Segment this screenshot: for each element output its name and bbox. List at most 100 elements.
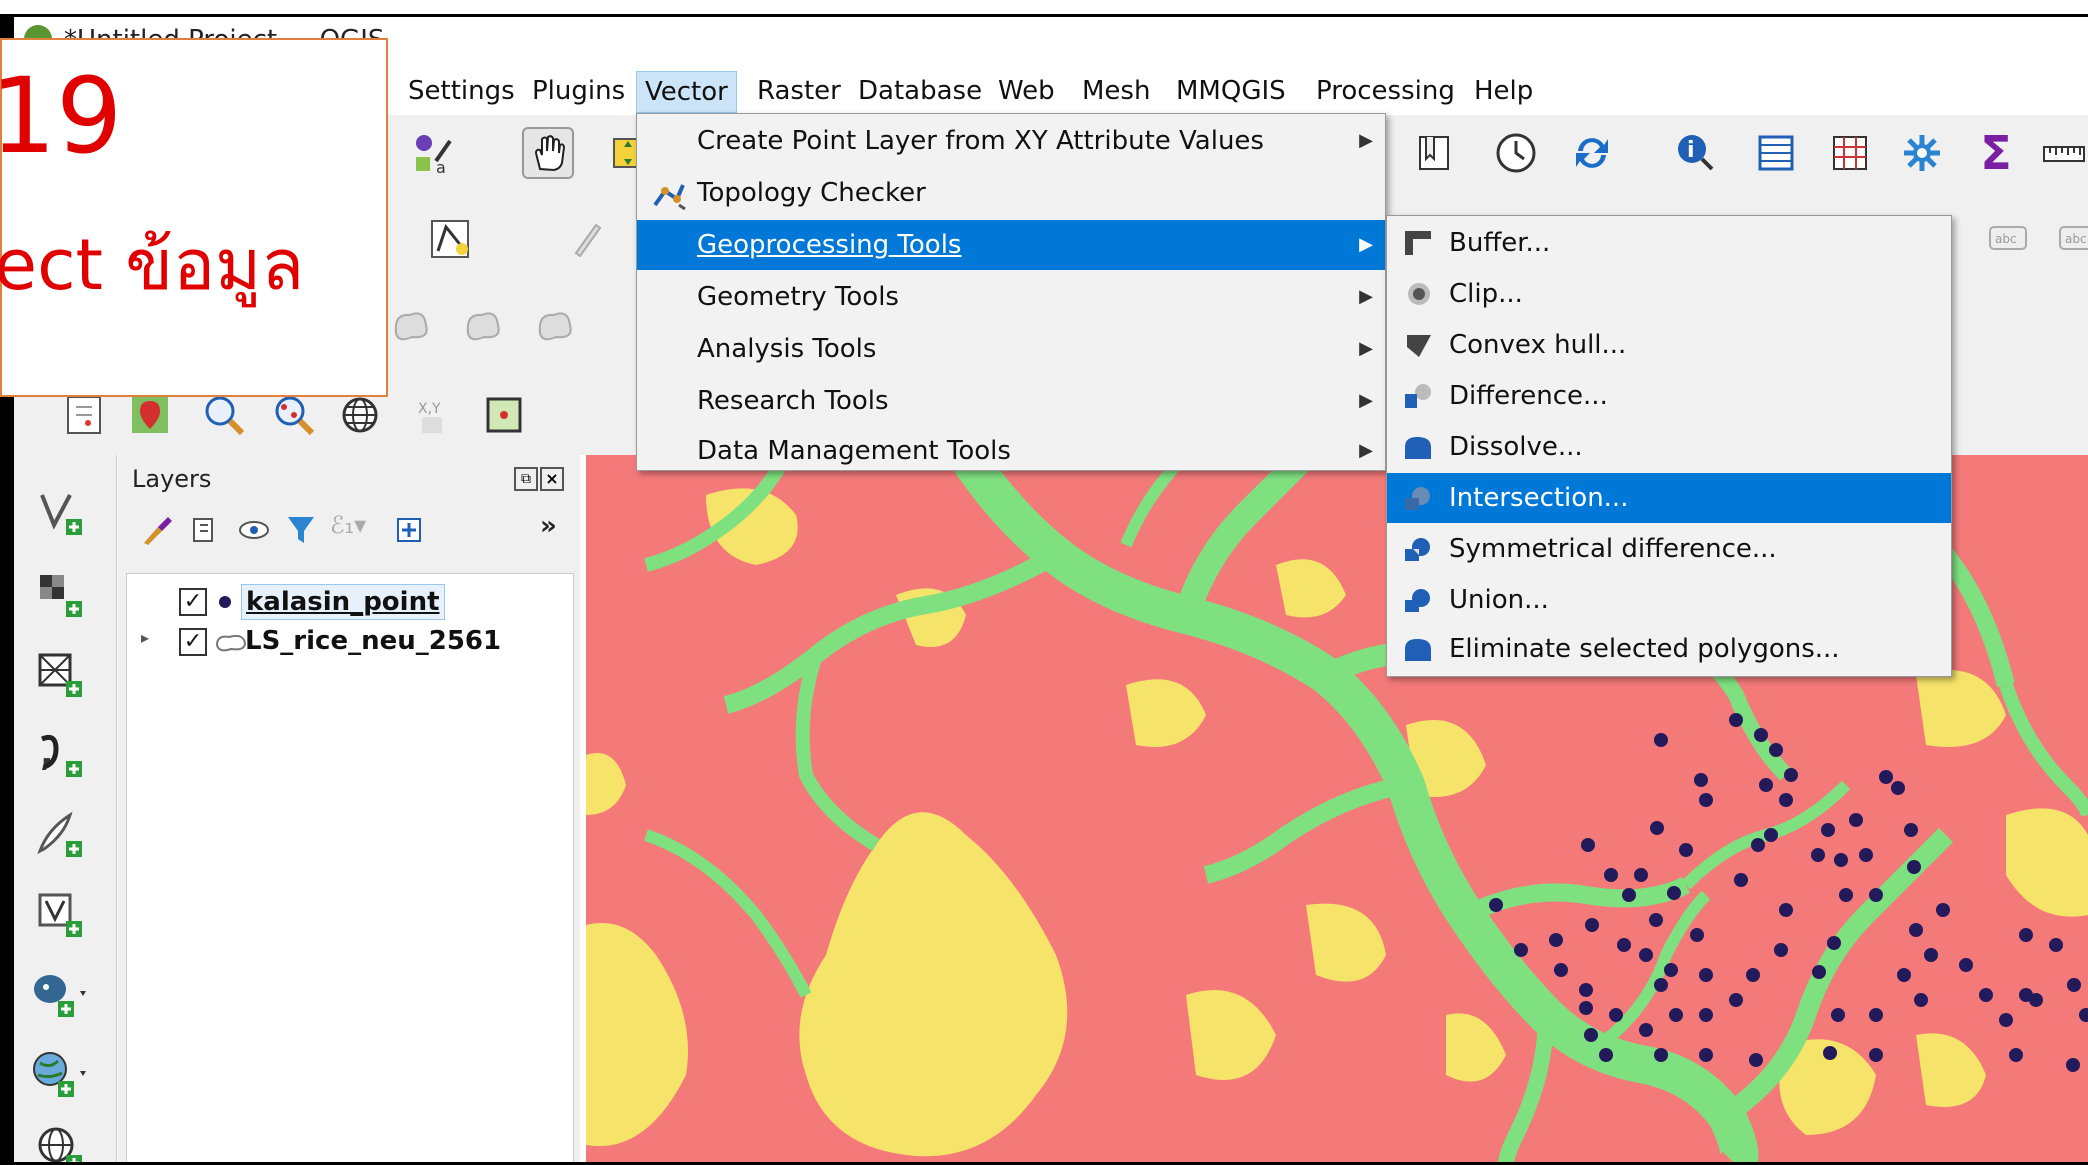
polygon-symbol-icon [215, 630, 247, 660]
refresh-icon[interactable] [1568, 129, 1616, 177]
menu-plugins[interactable]: Plugins [524, 71, 633, 111]
undock-icon[interactable]: ⧉ [514, 467, 538, 491]
menu-item-intersection[interactable]: Intersection... [1387, 473, 1951, 523]
processing-toolbox-icon[interactable] [1898, 129, 1946, 177]
field-calculator-icon[interactable] [1826, 129, 1874, 177]
menu-settings[interactable]: Settings [400, 71, 523, 111]
label-tool-2-icon[interactable]: abc [2054, 215, 2088, 263]
layer-name[interactable]: LS_rice_neu_2561 [245, 624, 501, 658]
vertex-tool-icon[interactable] [426, 215, 474, 263]
xy-coordinate-icon[interactable]: X,Y [410, 391, 458, 439]
menu-vector[interactable]: Vector [636, 71, 737, 113]
menu-item-symmetrical-difference[interactable]: Symmetrical difference... [1387, 524, 1951, 574]
menu-item-eliminate-selected-polygons[interactable]: Eliminate selected polygons... [1387, 624, 1951, 674]
svg-text:a: a [436, 158, 446, 175]
add-virtual-layer-icon[interactable] [30, 885, 90, 945]
layer-tree: ✓ kalasin_point ▸ ✓ LS_rice_neu_2561 [126, 573, 574, 1165]
more-tools-button[interactable]: » [540, 511, 557, 541]
vector-menu: Create Point Layer from XY Attribute Val… [636, 113, 1386, 471]
digitize-pencil-icon[interactable] [562, 215, 610, 263]
globe-icon[interactable] [336, 391, 384, 439]
menu-item-convex-hull[interactable]: Convex hull... [1387, 320, 1951, 370]
label-tool-icon[interactable]: abc [1984, 215, 2032, 263]
menu-database[interactable]: Database [850, 71, 990, 111]
left-data-source-toolbar: , [14, 455, 117, 1165]
dissolve-icon [1405, 437, 1431, 459]
menu-item-geoprocessing-tools[interactable]: Geoprocessing Tools ▶ [637, 220, 1385, 270]
new-print-layout-icon[interactable] [60, 391, 108, 439]
menu-item-analysis-tools[interactable]: Analysis Tools ▶ [637, 324, 1385, 374]
menu-help[interactable]: Help [1466, 71, 1541, 111]
svg-text:abc: abc [1995, 232, 2017, 246]
menu-item-topology-checker[interactable]: Topology Checker [637, 168, 1385, 218]
add-mesh-layer-icon[interactable] [30, 645, 90, 705]
menu-item-difference[interactable]: Difference... [1387, 371, 1951, 421]
layer-visibility-checkbox[interactable]: ✓ [179, 588, 207, 616]
new-layer-icon[interactable]: a [410, 129, 458, 177]
step-callout-box: 19 ect ข้อมูล [0, 38, 388, 397]
add-delimited-text-icon[interactable]: , [30, 725, 90, 785]
add-postgis-layer-icon[interactable] [30, 965, 90, 1025]
add-vector-layer-icon[interactable] [30, 483, 90, 543]
qgis-window: *Untitled Project — QGIS Settings Plugin… [0, 0, 2088, 1165]
menu-item-union[interactable]: Union... [1387, 575, 1951, 625]
new-shapefile-icon[interactable] [30, 805, 90, 865]
menu-mmqgis[interactable]: MMQGIS [1168, 71, 1294, 111]
difference-icon [1405, 384, 1431, 408]
identify-features-icon[interactable]: i [1672, 129, 1720, 177]
close-panel-icon[interactable]: × [540, 467, 564, 491]
add-raster-layer-icon[interactable] [30, 565, 90, 625]
zoom-selection-icon[interactable] [270, 391, 318, 439]
expand-all-icon[interactable] [392, 513, 426, 551]
zoom-in-icon[interactable] [200, 391, 248, 439]
svg-text:X,Y: X,Y [418, 401, 441, 417]
style-brush-icon[interactable] [140, 513, 174, 555]
layer-row-ls-rice[interactable]: ▸ ✓ LS_rice_neu_2561 [127, 622, 573, 662]
menu-item-geometry-tools[interactable]: Geometry Tools ▶ [637, 272, 1385, 322]
menu-web[interactable]: Web [990, 71, 1063, 111]
eliminate-icon [1405, 639, 1431, 661]
menu-raster[interactable]: Raster [749, 71, 849, 111]
digitize-shape-3-icon[interactable] [532, 301, 580, 349]
measure-bookmark-icon[interactable] [1410, 129, 1458, 177]
menu-item-clip[interactable]: Clip... [1387, 269, 1951, 319]
layer-name[interactable]: kalasin_point [241, 584, 445, 620]
statistics-sigma-icon[interactable]: Σ [1972, 126, 2020, 180]
zoom-to-layer-icon[interactable] [126, 391, 174, 439]
layers-panel: Layers ⧉ × ℰ₁▾ » ✓ kalasin_point ▸ ✓ LS_… [118, 455, 580, 1165]
layers-panel-title: Layers [132, 465, 212, 493]
layers-toolbar: ℰ₁▾ » [130, 505, 570, 555]
menu-processing[interactable]: Processing [1308, 71, 1463, 111]
filter-funnel-icon[interactable] [284, 513, 318, 551]
add-group-icon[interactable] [188, 513, 222, 551]
clip-icon [1408, 283, 1430, 305]
add-wfs-layer-icon[interactable] [30, 1119, 90, 1165]
layer-visibility-checkbox[interactable]: ✓ [179, 628, 207, 656]
point-symbol-icon [219, 596, 231, 608]
temporal-clock-icon[interactable] [1492, 129, 1540, 177]
add-wms-layer-icon[interactable] [30, 1045, 90, 1105]
digitize-shape-2-icon[interactable] [460, 301, 508, 349]
menu-item-data-management-tools[interactable]: Data Management Tools ▶ [637, 416, 1385, 466]
union-icon [1405, 589, 1430, 612]
step-caption: ect ข้อมูล [0, 224, 305, 306]
select-extent-icon[interactable] [480, 391, 528, 439]
menu-item-dissolve[interactable]: Dissolve... [1387, 422, 1951, 472]
digitize-shape-icon[interactable] [388, 301, 436, 349]
convex-hull-icon [1407, 335, 1431, 357]
symmetrical-difference-icon [1405, 538, 1430, 561]
pan-hand-icon[interactable] [522, 127, 574, 179]
menu-item-buffer[interactable]: Buffer... [1387, 218, 1951, 268]
panel-controls: ⧉ × [514, 467, 566, 491]
step-number: 19 [0, 55, 123, 177]
attribute-table-icon[interactable] [1752, 129, 1800, 177]
menu-item-create-point-layer[interactable]: Create Point Layer from XY Attribute Val… [637, 116, 1385, 166]
visibility-eye-icon[interactable] [236, 513, 272, 551]
expand-arrow-icon[interactable]: ▸ [141, 628, 149, 647]
measure-line-icon[interactable] [2040, 129, 2088, 177]
expression-filter-icon[interactable]: ℰ₁▾ [330, 511, 366, 539]
layer-row-kalasin-point[interactable]: ✓ kalasin_point [127, 582, 573, 622]
buffer-icon [1405, 231, 1431, 255]
menu-mesh[interactable]: Mesh [1074, 71, 1158, 111]
intersection-icon [1405, 487, 1430, 510]
